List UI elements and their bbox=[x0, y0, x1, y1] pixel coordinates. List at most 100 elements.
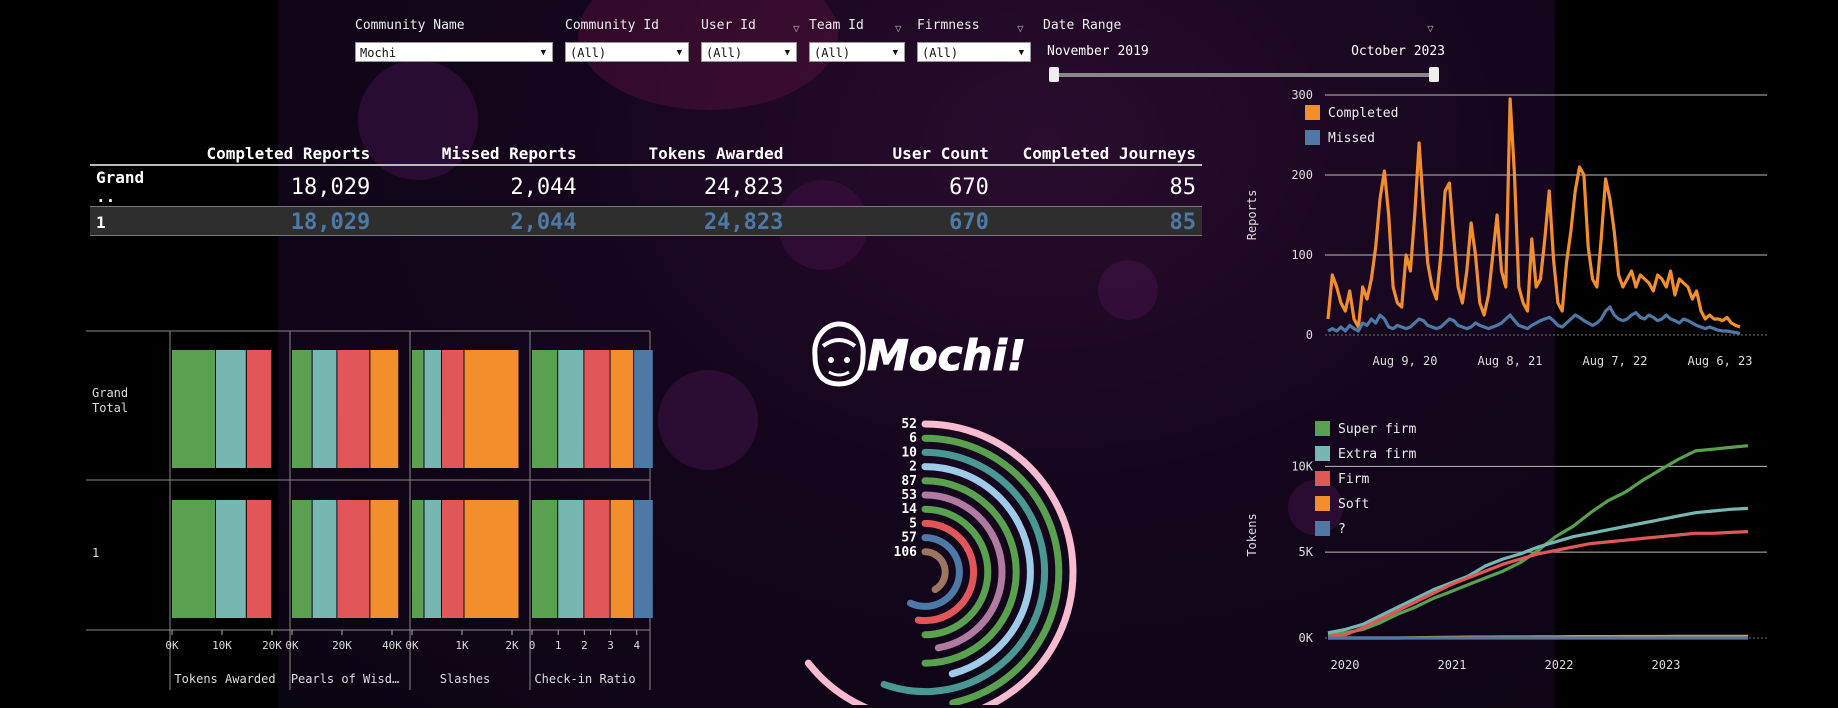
stacked-bar-segment bbox=[337, 350, 370, 468]
kpi-header-row: Completed Reports Missed Reports Tokens … bbox=[90, 144, 1202, 165]
dropdown-value: (All) bbox=[922, 46, 959, 60]
tick-label: 0 bbox=[529, 639, 536, 652]
y-tick-label: 300 bbox=[1291, 88, 1313, 102]
table-row[interactable]: Grand .. 18,029 2,044 24,823 670 85 bbox=[90, 164, 1202, 207]
radial-value-label: 14 bbox=[901, 502, 917, 517]
stacked-bar-segment bbox=[610, 500, 634, 618]
table-cell: 2,044 bbox=[376, 206, 583, 236]
tick-label: 40K bbox=[382, 639, 402, 652]
table-cell: 670 bbox=[789, 206, 995, 236]
stacked-bar-segment bbox=[370, 350, 399, 468]
chevron-down-icon: ▼ bbox=[892, 48, 898, 58]
stacked-bar-segment bbox=[634, 500, 653, 618]
firmness-dropdown[interactable]: (All) ▼ bbox=[917, 42, 1031, 62]
x-tick-label: Aug 6, 23 bbox=[1687, 354, 1752, 368]
mochi-logo: Mochi! bbox=[812, 321, 1027, 387]
chevron-down-icon: ▼ bbox=[784, 48, 790, 58]
table-cell: 24,823 bbox=[582, 206, 790, 236]
slider-start-handle[interactable] bbox=[1049, 67, 1059, 82]
stacked-bar-segment bbox=[412, 350, 424, 468]
date-range-end: October 2023 bbox=[1351, 44, 1445, 59]
stacked-bar-segment bbox=[337, 500, 370, 618]
stacked-bar-segment bbox=[292, 500, 312, 618]
radial-labels: 526102875314557106 bbox=[894, 417, 918, 560]
stacked-bar-segment bbox=[532, 350, 558, 468]
chevron-down-icon: ▼ bbox=[676, 48, 682, 58]
date-range-start: November 2019 bbox=[1047, 44, 1149, 59]
community-id-dropdown[interactable]: (All) ▼ bbox=[565, 42, 689, 62]
legend-swatch bbox=[1315, 421, 1330, 436]
column-header: Completed Journeys bbox=[1022, 144, 1196, 163]
chart-lines bbox=[1327, 444, 1749, 640]
y-axis-label: Tokens bbox=[1245, 513, 1259, 556]
stacked-bar-segment bbox=[442, 350, 464, 468]
y-tick-label: 0K bbox=[1299, 631, 1314, 645]
dropdown-value: (All) bbox=[706, 46, 743, 60]
radial-value-label: 52 bbox=[901, 417, 917, 432]
row-label: 1 bbox=[90, 206, 175, 236]
tick-label: 20K bbox=[332, 639, 352, 652]
column-header: Completed Reports bbox=[206, 144, 371, 163]
stacked-bar-segment bbox=[246, 350, 272, 468]
legend-label: ? bbox=[1338, 522, 1346, 537]
user-id-dropdown[interactable]: (All) ▼ bbox=[701, 42, 797, 62]
filter-funnel-icon[interactable]: ▽ bbox=[1427, 22, 1434, 35]
radial-arc bbox=[906, 534, 963, 610]
chart-legend: Completed Missed bbox=[1305, 105, 1398, 146]
radial-value-label: 106 bbox=[894, 545, 918, 560]
stacked-bar-segment bbox=[292, 350, 312, 468]
tick-label: 0K bbox=[405, 639, 419, 652]
table-cell: 2,044 bbox=[376, 164, 583, 207]
x-tick-label: 2023 bbox=[1652, 658, 1681, 672]
stacked-bar-segment bbox=[634, 350, 653, 468]
legend-label: Firm bbox=[1338, 472, 1369, 487]
stacked-bar-segment bbox=[172, 500, 215, 618]
tokens-line-chart: 0K 5K 10K Tokens 2020 2021 2022 2023 Super firm… bbox=[1245, 421, 1767, 672]
filter-user-id: User Id ▽ (All) ▼ bbox=[701, 18, 800, 62]
y-axis-label: Reports bbox=[1245, 190, 1259, 241]
stacked-bar-segment bbox=[442, 500, 464, 618]
x-tick-label: 2021 bbox=[1438, 658, 1467, 672]
y-tick-label: 100 bbox=[1291, 248, 1313, 262]
table-row[interactable]: 1 18,029 2,044 24,823 670 85 bbox=[90, 206, 1202, 236]
filter-community-id: Community Id (All) ▼ bbox=[565, 18, 689, 62]
row-label-1: 1 bbox=[92, 546, 99, 560]
stacked-bar-segment bbox=[532, 500, 558, 618]
tick-label: 20K bbox=[262, 639, 282, 652]
legend-swatch bbox=[1305, 130, 1320, 145]
filter-firmness: Firmness ▽ (All) ▼ bbox=[917, 18, 1031, 62]
y-tick-label: 10K bbox=[1291, 459, 1313, 473]
filter-funnel-icon[interactable]: ▽ bbox=[895, 22, 902, 35]
slider-end-handle[interactable] bbox=[1429, 67, 1439, 82]
date-range-slider[interactable] bbox=[1049, 67, 1439, 82]
team-id-dropdown[interactable]: (All) ▼ bbox=[809, 42, 905, 62]
column-header: Missed Reports bbox=[441, 144, 577, 163]
series-line bbox=[1327, 305, 1741, 335]
stacked-bar-segment bbox=[216, 350, 246, 468]
chart-legend: Super firm Extra firm Firm Soft? bbox=[1315, 421, 1416, 537]
legend-swatch bbox=[1315, 496, 1330, 511]
radial-arcs bbox=[804, 420, 1077, 705]
radial-arc bbox=[921, 548, 949, 593]
stacked-bar-segment bbox=[246, 500, 272, 618]
filter-funnel-icon[interactable]: ▽ bbox=[1017, 22, 1024, 35]
stacked-bar-segment bbox=[584, 500, 610, 618]
stacked-bar-segment bbox=[424, 500, 441, 618]
row-header-spacer bbox=[90, 144, 175, 165]
legend-swatch bbox=[1315, 521, 1330, 536]
x-tick-label: 2020 bbox=[1331, 658, 1360, 672]
filter-team-id: Team Id ▽ (All) ▼ bbox=[809, 18, 905, 62]
community-name-dropdown[interactable]: Mochi ▼ bbox=[355, 42, 553, 62]
tick-label: 3 bbox=[607, 639, 614, 652]
row-label: Grand .. bbox=[90, 164, 175, 207]
filter-funnel-icon[interactable]: ▽ bbox=[793, 22, 800, 35]
legend-label: Completed bbox=[1328, 106, 1398, 121]
legend-swatch bbox=[1315, 471, 1330, 486]
y-tick-label: 200 bbox=[1291, 168, 1313, 182]
chevron-down-icon: ▼ bbox=[540, 48, 546, 58]
stacked-bar-segment bbox=[464, 500, 519, 618]
y-tick-label: 5K bbox=[1299, 545, 1314, 559]
tick-label: 4 bbox=[633, 639, 640, 652]
logo-text: Mochi! bbox=[867, 331, 1026, 380]
stacked-bar-segment bbox=[312, 350, 337, 468]
